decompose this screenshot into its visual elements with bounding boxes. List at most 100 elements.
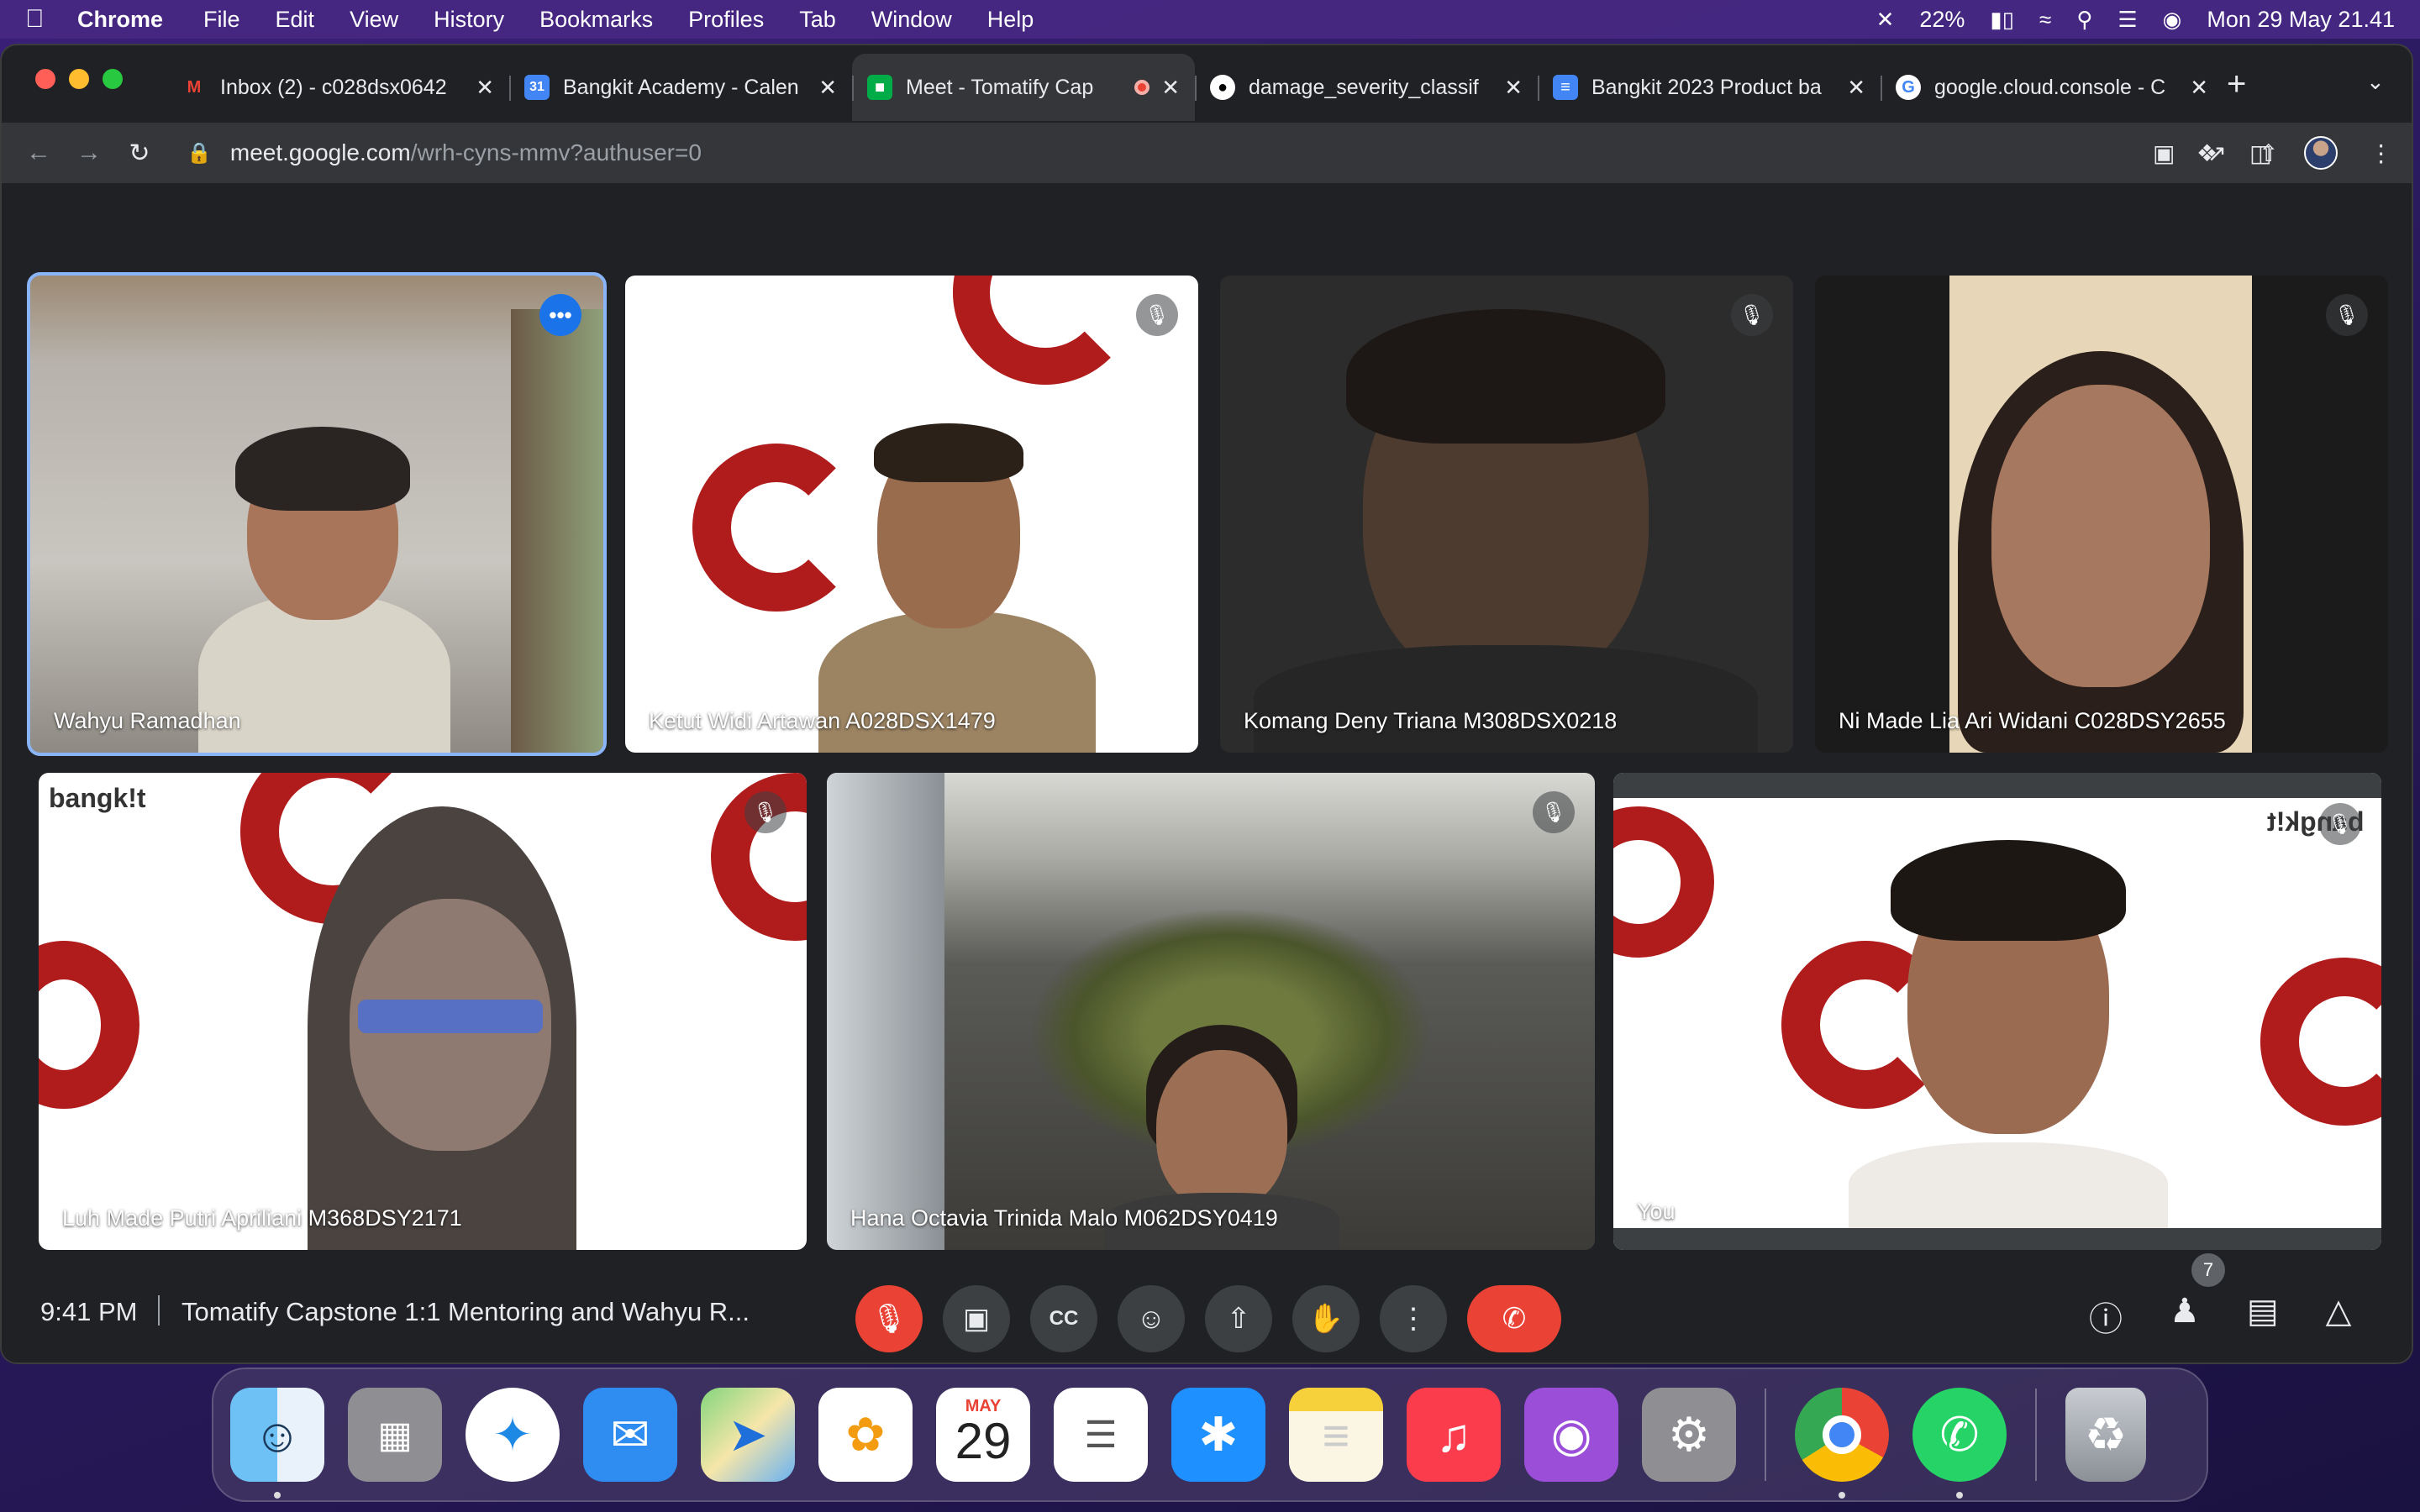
chrome-window: M Inbox (2) - c028dsx0642 ✕ 31 Bangkit A…: [0, 44, 2413, 1364]
mic-muted-icon: 🎙: [1731, 294, 1773, 336]
emoji-reactions-button[interactable]: ☺: [1118, 1285, 1185, 1352]
tab-gmail[interactable]: M Inbox (2) - c028dsx0642 ✕: [166, 54, 509, 121]
extensions-puzzle-icon[interactable]: ❖: [2196, 139, 2217, 167]
participant-name: Komang Deny Triana M308DSX0218: [1244, 708, 1618, 733]
photos-icon[interactable]: ✿: [818, 1388, 913, 1482]
menu-bookmarks[interactable]: Bookmarks: [539, 7, 653, 33]
participant-name: Ni Made Lia Ari Widani C028DSY2655: [1839, 708, 2226, 733]
participant-hair: [1891, 840, 2126, 941]
more-options-button[interactable]: ⋮: [1380, 1285, 1447, 1352]
close-tab-icon[interactable]: ✕: [1504, 75, 1523, 101]
participant-hair: [1346, 309, 1665, 444]
tab-calendar[interactable]: 31 Bangkit Academy - Calen ✕: [509, 54, 852, 121]
lock-icon[interactable]: 🔒: [187, 141, 212, 165]
calendar-icon: 31: [524, 75, 550, 100]
minimize-window-button[interactable]: [69, 69, 89, 89]
wifi-icon[interactable]: ≈: [2039, 7, 2051, 33]
self-view-bottom-bar: [1613, 1228, 2381, 1250]
more-options-icon[interactable]: •••: [539, 294, 581, 336]
participant-face: [1156, 1050, 1287, 1210]
participant-tile[interactable]: Komang Deny Triana M308DSX0218 🎙: [1220, 276, 1793, 753]
menubar-clock[interactable]: Mon 29 May 21.41: [2207, 7, 2395, 33]
chrome-icon[interactable]: [1795, 1388, 1889, 1499]
browser-toolbar: ← → ↻ 🔒 meet.google.com /wrh-cyns-mmv?au…: [2, 123, 2412, 183]
people-icon[interactable]: ♟ 7: [2170, 1253, 2225, 1341]
participant-tile[interactable]: Ketut Widi Artawan A028DSX1479 🎙: [625, 276, 1198, 753]
url-host: meet.google.com: [229, 139, 411, 165]
captions-button[interactable]: CC: [1030, 1285, 1097, 1352]
tab-meet[interactable]: ■ Meet - Tomatify Cap ✕: [852, 54, 1195, 121]
forward-arrow-icon[interactable]: →: [64, 139, 114, 167]
menu-help[interactable]: Help: [987, 7, 1034, 33]
back-arrow-icon[interactable]: ←: [13, 139, 64, 167]
participant-tile[interactable]: Ni Made Lia Ari Widani C028DSY2655 🎙: [1815, 276, 2388, 753]
camera-in-use-icon[interactable]: ▣: [2153, 139, 2175, 167]
new-tab-icon[interactable]: +: [2227, 66, 2246, 103]
battery-icon[interactable]: ▮▯: [1990, 7, 2014, 33]
menu-view[interactable]: View: [350, 7, 398, 33]
podcasts-icon[interactable]: ◉: [1524, 1388, 1618, 1482]
raise-hand-button[interactable]: ✋: [1292, 1285, 1360, 1352]
participant-face: [1991, 385, 2210, 687]
music-icon[interactable]: ♫: [1407, 1388, 1501, 1482]
close-window-button[interactable]: [35, 69, 55, 89]
profile-avatar[interactable]: [2303, 136, 2338, 170]
chrome-menu-icon[interactable]: ⋮: [2370, 139, 2393, 167]
launchpad-icon[interactable]: ▦: [348, 1388, 442, 1482]
menu-tab[interactable]: Tab: [799, 7, 836, 33]
tab-search-chevron-icon[interactable]: ⌄: [2366, 69, 2385, 95]
reload-icon[interactable]: ↻: [114, 139, 165, 168]
siri-icon[interactable]: ◉: [2163, 7, 2182, 33]
chat-icon[interactable]: ▤: [2247, 1292, 2279, 1341]
meeting-details-info-icon[interactable]: ⓘ: [2089, 1292, 2123, 1341]
calendar-icon[interactable]: MAY 29: [936, 1388, 1030, 1482]
whatsapp-icon[interactable]: ✆: [1912, 1388, 2007, 1499]
address-bar[interactable]: 🔒 meet.google.com /wrh-cyns-mmv?authuser…: [187, 129, 2332, 176]
notes-icon[interactable]: ≡: [1289, 1388, 1383, 1482]
menu-history[interactable]: History: [434, 7, 504, 33]
menu-profiles[interactable]: Profiles: [688, 7, 764, 33]
spotlight-search-icon[interactable]: ⚲: [2076, 7, 2092, 33]
participant-tile[interactable]: Wahyu Ramadhan •••: [27, 272, 607, 756]
safari-icon[interactable]: ✦: [466, 1388, 560, 1482]
control-center-icon[interactable]: ☰: [2118, 7, 2137, 33]
tab-cloud-console[interactable]: G google.cloud.console - C ✕: [1881, 54, 2223, 121]
trash-icon[interactable]: ♻: [2065, 1388, 2146, 1482]
mail-icon[interactable]: ✉: [583, 1388, 677, 1482]
menu-window[interactable]: Window: [871, 7, 952, 33]
camera-button[interactable]: ▣: [943, 1285, 1010, 1352]
bangkit-ring-decoration: [39, 941, 139, 1109]
close-tab-icon[interactable]: ✕: [1847, 75, 1865, 101]
side-panel-icon[interactable]: ◫: [2249, 139, 2271, 167]
apple-menu-icon[interactable]: : [25, 5, 62, 34]
close-tab-icon[interactable]: ✕: [1161, 75, 1180, 101]
finder-icon[interactable]: ☺: [230, 1388, 324, 1499]
participant-tile-self[interactable]: bangk!t You 🎙: [1613, 773, 2381, 1250]
call-controls: 🎙 ▣ CC ☺ ⇧ ✋ ⋮ ✆: [855, 1285, 1561, 1352]
menu-edit[interactable]: Edit: [276, 7, 315, 33]
menu-file[interactable]: File: [203, 7, 240, 33]
leave-call-button[interactable]: ✆: [1467, 1285, 1561, 1352]
close-tab-icon[interactable]: ✕: [2190, 75, 2208, 101]
close-tab-icon[interactable]: ✕: [476, 75, 494, 101]
close-tab-icon[interactable]: ✕: [818, 75, 837, 101]
menu-app-chrome[interactable]: Chrome: [77, 7, 163, 33]
meeting-title[interactable]: Tomatify Capstone 1:1 Mentoring and Wahy…: [182, 1297, 750, 1327]
participant-tile[interactable]: bangk!t Luh Made Putri Apriliani M368DSY…: [39, 773, 807, 1250]
macos-dock: ☺ ▦ ✦ ✉ ➤ ✿ MAY 29 ☰ ✱ ≡ ♫ ◉ ⚙ ✆ ♻: [212, 1368, 2208, 1502]
fullscreen-window-button[interactable]: [103, 69, 123, 89]
app-store-icon[interactable]: ✱: [1171, 1388, 1265, 1482]
reminders-icon[interactable]: ☰: [1054, 1388, 1148, 1482]
participant-tile[interactable]: Hana Octavia Trinida Malo M062DSY0419 🎙: [827, 773, 1595, 1250]
meet-stage: Wahyu Ramadhan ••• Ketut Widi Artawan A0…: [2, 183, 2412, 1362]
present-screen-button[interactable]: ⇧: [1205, 1285, 1272, 1352]
participant-body: [1849, 1142, 2168, 1235]
microphone-off-button[interactable]: 🎙: [855, 1285, 923, 1352]
system-settings-icon[interactable]: ⚙: [1642, 1388, 1736, 1482]
bluetooth-off-icon[interactable]: ✕: [1876, 7, 1895, 33]
tab-github[interactable]: ● damage_severity_classif ✕: [1195, 54, 1538, 121]
bangkit-ring-decoration: [692, 444, 860, 612]
maps-icon[interactable]: ➤: [701, 1388, 795, 1482]
tab-docs[interactable]: ≡ Bangkit 2023 Product ba ✕: [1538, 54, 1881, 121]
activities-icon[interactable]: △: [2326, 1292, 2352, 1341]
